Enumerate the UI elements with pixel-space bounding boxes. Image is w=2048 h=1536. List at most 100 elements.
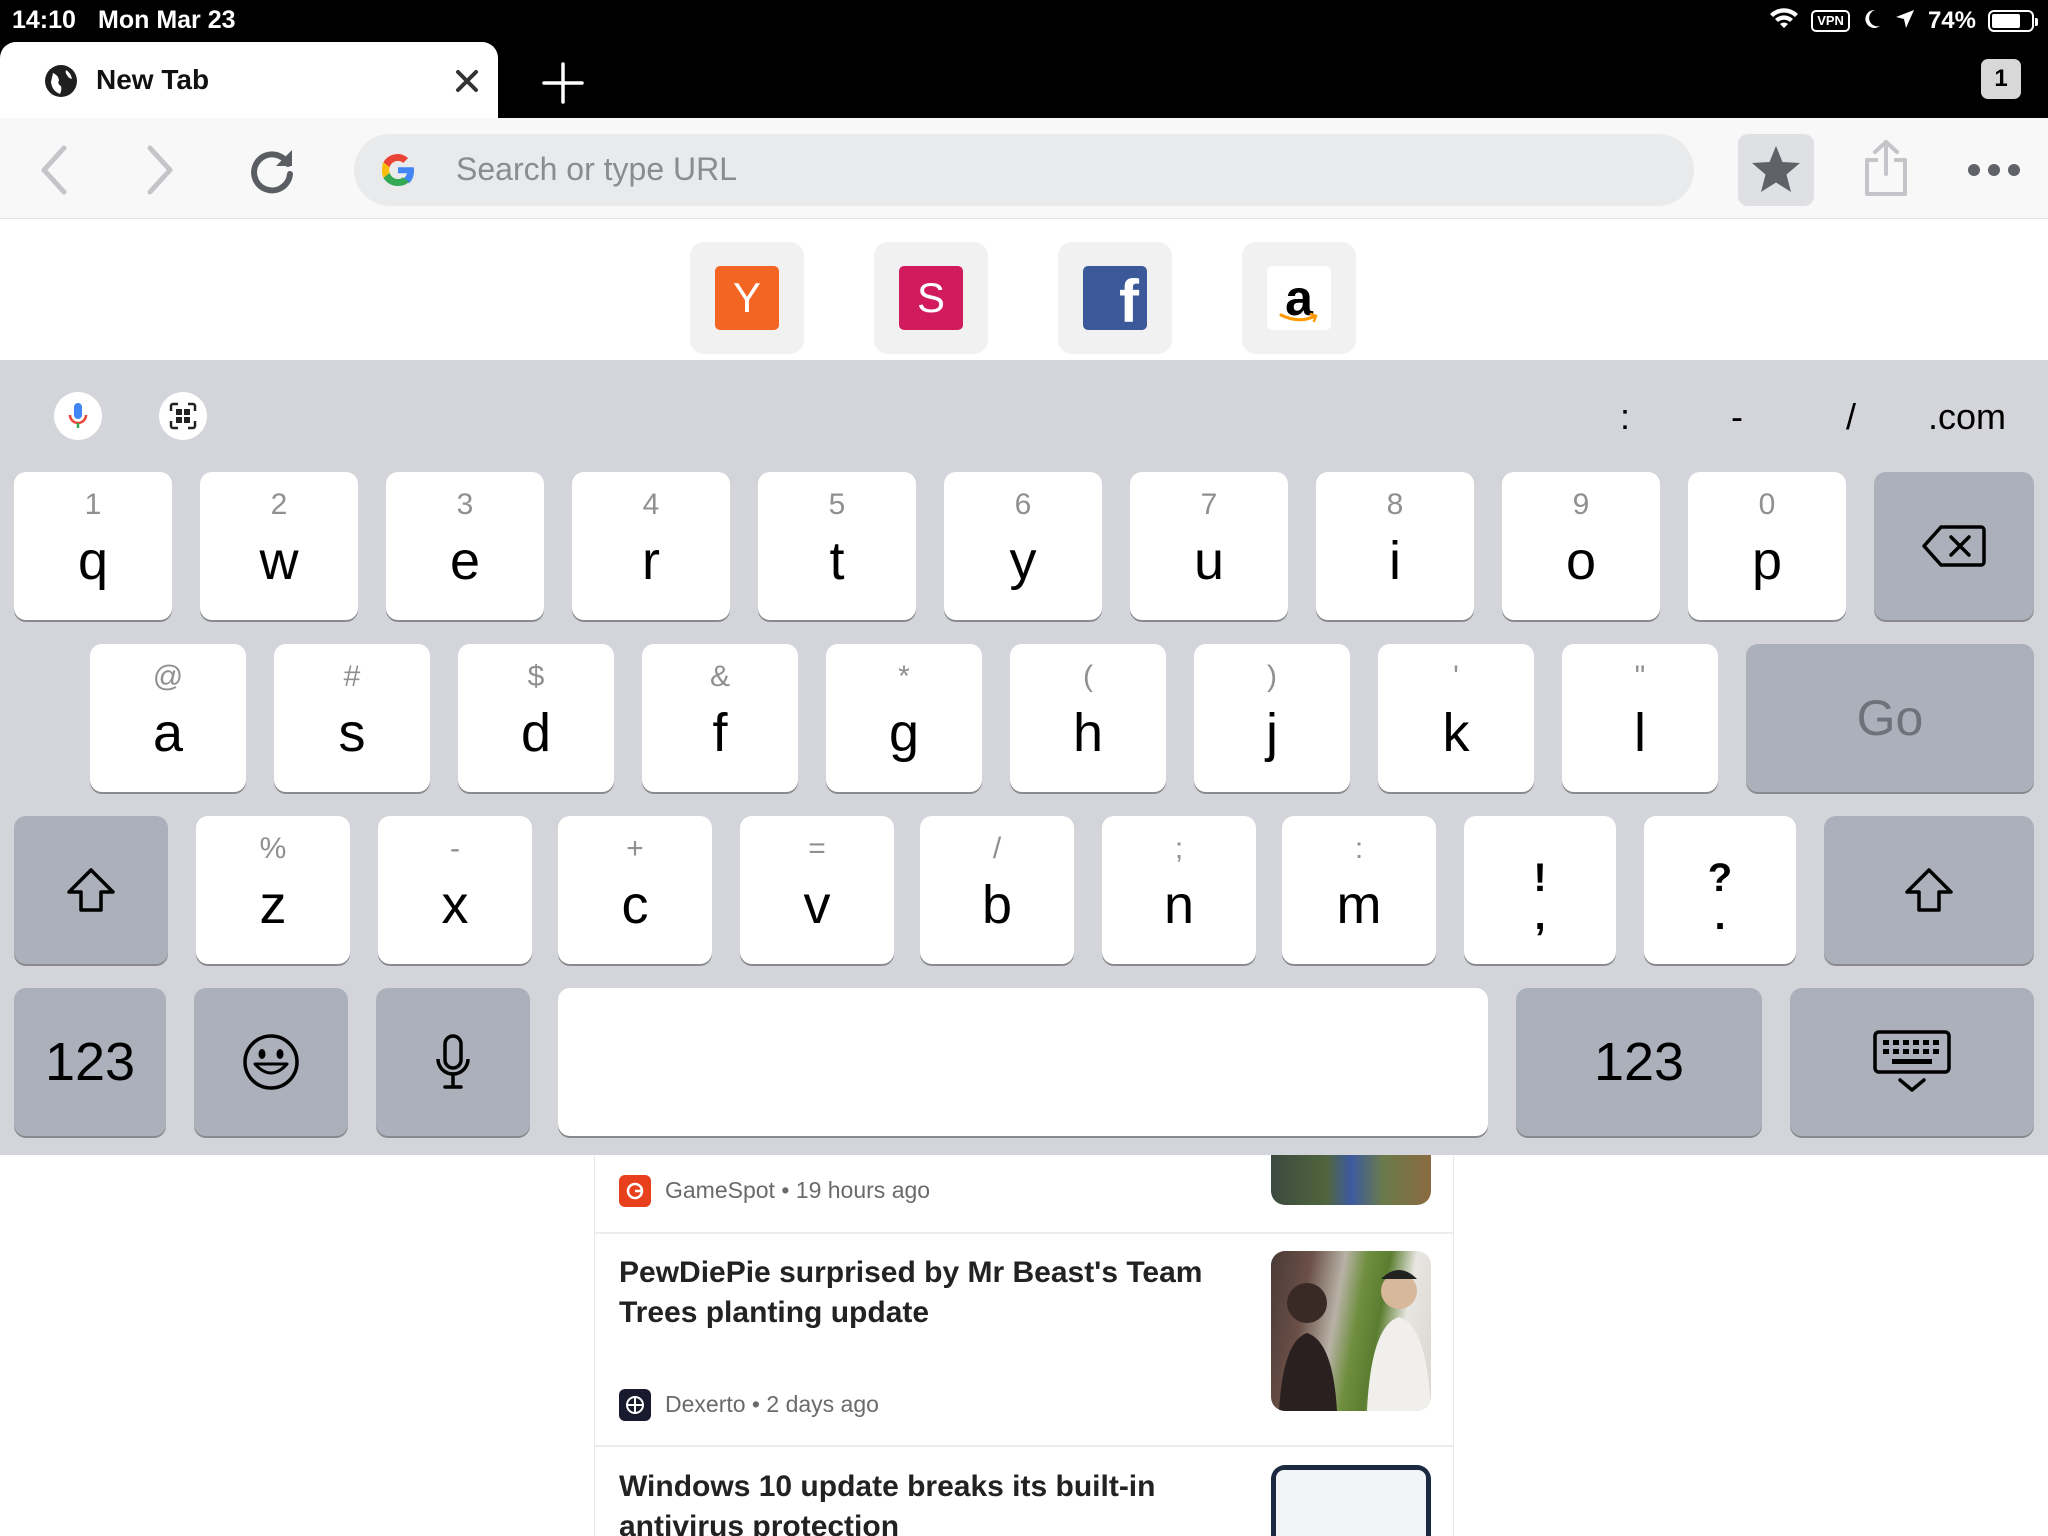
- news-feed: GameSpot • 19 hours ago PewDiePie surpri…: [594, 1155, 1454, 1536]
- bookmark-star-button[interactable]: [1738, 134, 1814, 206]
- key-c-sub: +: [626, 832, 644, 865]
- gamespot-icon: [619, 1175, 651, 1207]
- key-o[interactable]: 9o: [1502, 472, 1660, 620]
- key-x-sub: -: [450, 832, 460, 865]
- shift-right-key[interactable]: [1824, 816, 2034, 964]
- dotcom-key[interactable]: .com: [1920, 392, 2014, 442]
- windows-thumbnail-screen: [1276, 1470, 1426, 1536]
- status-indicators: VPN 74%: [1769, 5, 2038, 37]
- key-u[interactable]: 7u: [1130, 472, 1288, 620]
- slash-key[interactable]: /: [1826, 392, 1876, 442]
- key-s-label: s: [338, 703, 366, 763]
- key-v[interactable]: = v: [740, 816, 894, 964]
- key-a[interactable]: @ a: [90, 644, 246, 792]
- key-i[interactable]: 8i: [1316, 472, 1474, 620]
- key-w[interactable]: 2w: [200, 472, 358, 620]
- emoji-smiley-icon: [194, 988, 348, 1136]
- key-x[interactable]: -x: [378, 816, 532, 964]
- key-r[interactable]: 4r: [572, 472, 730, 620]
- key-l[interactable]: " l: [1562, 644, 1718, 792]
- key-k[interactable]: ' k: [1378, 644, 1534, 792]
- hacker-news-logo: Y: [715, 266, 779, 330]
- key-j[interactable]: ) j: [1194, 644, 1350, 792]
- vpn-badge: VPN: [1811, 10, 1850, 32]
- space-bar[interactable]: [558, 988, 1488, 1136]
- tab-switcher-button[interactable]: 1: [1981, 59, 2021, 99]
- key-q[interactable]: 1q: [14, 472, 172, 620]
- shortcut-amazon[interactable]: a: [1242, 242, 1356, 354]
- new-tab-plus-icon[interactable]: [540, 60, 586, 106]
- key-h-sub: (: [1083, 660, 1093, 693]
- key-d-sub: $: [527, 660, 545, 693]
- comma-label: ,: [1534, 894, 1546, 938]
- key-t[interactable]: 5t: [758, 472, 916, 620]
- hide-keyboard-key[interactable]: [1790, 988, 2034, 1136]
- qr-scan-icon[interactable]: [159, 392, 207, 440]
- key-n-sub: ;: [1174, 832, 1184, 865]
- key-f[interactable]: & f: [642, 644, 798, 792]
- dictation-key[interactable]: [376, 988, 530, 1136]
- close-tab-icon[interactable]: [452, 66, 482, 96]
- voice-search-mic-icon[interactable]: [54, 392, 102, 440]
- feed-item-windows-10[interactable]: Windows 10 update breaks its built-in an…: [595, 1447, 1453, 1536]
- dexerto-icon: [619, 1389, 651, 1421]
- key-d-label: d: [520, 703, 552, 763]
- key-d[interactable]: $ d: [458, 644, 614, 792]
- key-m-sub: :: [1354, 832, 1364, 865]
- key-z[interactable]: % z: [196, 816, 350, 964]
- shortcut-row: Y S f a: [0, 220, 2048, 360]
- numbers-right-label: 123: [1593, 1032, 1685, 1092]
- key-b-label: b: [981, 875, 1013, 935]
- key-e[interactable]: 3e: [386, 472, 544, 620]
- forward-chevron-icon[interactable]: [130, 140, 190, 200]
- key-m[interactable]: :m: [1282, 816, 1436, 964]
- shortcut-s-site[interactable]: S: [874, 242, 988, 354]
- key-r-sub: 4: [642, 488, 660, 521]
- key-o-sub: 9: [1572, 488, 1590, 521]
- back-chevron-icon[interactable]: [24, 140, 84, 200]
- onscreen-keyboard: : - / .com 1q 2w 3e 4r 5t 6y 7u 8i 9o 0p…: [0, 360, 2048, 1155]
- key-p-label: p: [1751, 531, 1783, 591]
- key-y[interactable]: 6y: [944, 472, 1102, 620]
- key-n[interactable]: ; n: [1102, 816, 1256, 964]
- key-c[interactable]: + c: [558, 816, 712, 964]
- reload-icon[interactable]: [242, 140, 302, 200]
- feed-item-pewdiepie[interactable]: PewDiePie surprised by Mr Beast's Team T…: [595, 1233, 1453, 1445]
- feed-item-gamespot[interactable]: GameSpot • 19 hours ago: [595, 1155, 1453, 1233]
- key-question-period[interactable]: ?.: [1644, 816, 1796, 964]
- key-p[interactable]: 0p: [1688, 472, 1846, 620]
- wifi-icon: [1769, 7, 1799, 35]
- numbers-right-key[interactable]: 123: [1516, 988, 1762, 1136]
- more-menu-icon[interactable]: [1964, 140, 2024, 200]
- key-h-label: h: [1072, 703, 1104, 763]
- key-e-label: e: [449, 531, 481, 591]
- key-v-label: v: [803, 875, 831, 935]
- tab-new-tab[interactable]: New Tab: [0, 42, 498, 118]
- key-exclaim-comma[interactable]: !,: [1464, 816, 1616, 964]
- key-h[interactable]: (h: [1010, 644, 1166, 792]
- headline: Windows 10 update breaks its built-in an…: [619, 1470, 1156, 1536]
- period-label: .: [1714, 894, 1726, 938]
- key-q-label: q: [77, 531, 109, 591]
- colon-key[interactable]: :: [1600, 392, 1650, 442]
- share-icon[interactable]: [1856, 138, 1916, 198]
- key-g[interactable]: * g: [826, 644, 982, 792]
- backspace-key[interactable]: [1874, 472, 2034, 620]
- emoji-key[interactable]: [194, 988, 348, 1136]
- shortcut-hacker-news[interactable]: Y: [690, 242, 804, 354]
- key-j-sub: ): [1267, 660, 1277, 693]
- go-key[interactable]: Go: [1746, 644, 2034, 792]
- backspace-icon: [1874, 472, 2034, 620]
- key-b[interactable]: / b: [920, 816, 1074, 964]
- shift-left-key[interactable]: [14, 816, 168, 964]
- globe-icon: [44, 64, 78, 103]
- key-e-sub: 3: [456, 488, 474, 521]
- key-s[interactable]: # s: [274, 644, 430, 792]
- dash-key[interactable]: -: [1712, 392, 1762, 442]
- shortcut-facebook[interactable]: f: [1058, 242, 1172, 354]
- key-l-sub: ": [1634, 660, 1646, 693]
- key-w-sub: 2: [270, 488, 288, 521]
- key-m-label: m: [1336, 875, 1382, 935]
- numbers-left-key[interactable]: 123: [14, 988, 166, 1136]
- search-input[interactable]: [456, 148, 1656, 190]
